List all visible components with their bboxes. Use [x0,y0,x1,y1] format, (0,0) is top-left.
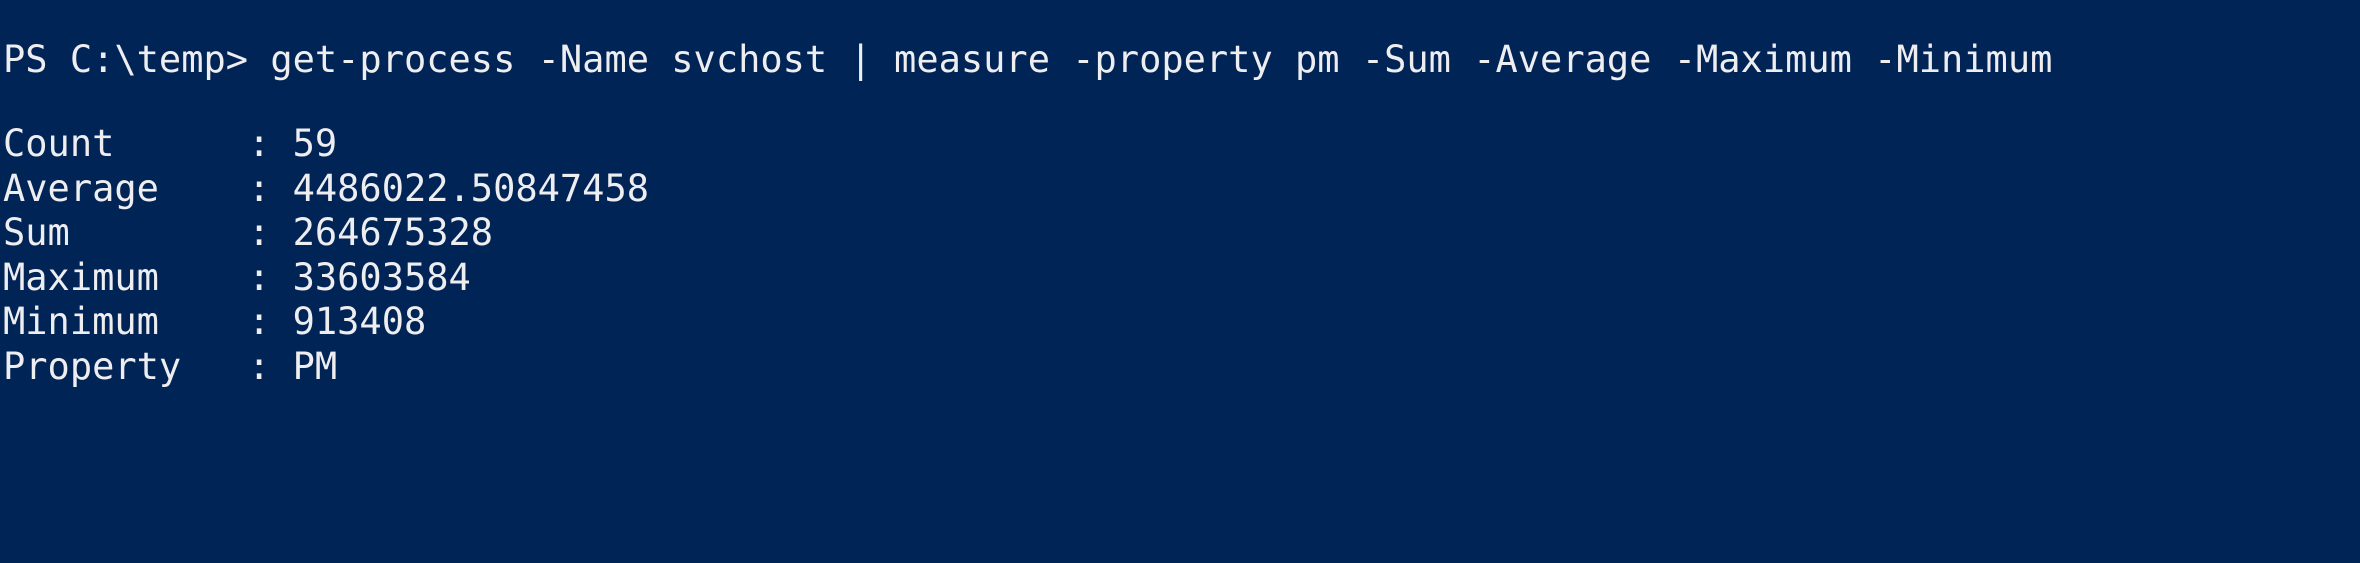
output-key: Property [3,344,182,388]
output-value: 59 [292,122,338,165]
output-key: Sum [3,211,70,254]
output-key: Average [3,166,159,210]
powershell-console[interactable]: PS C:\temp> get-process -Name svchost | … [0,0,2360,563]
command-line: PS C:\temp> get-process -Name svchost | … [3,38,2360,82]
output-row-property: Property: PM [3,344,338,388]
output-key: Minimum [3,300,159,343]
output-value: 33603584 [292,255,471,299]
output-key: Maximum [3,255,159,299]
output-row-maximum: Maximum: 33603584 [3,255,471,299]
output-row-average: Average: 4486022.50847458 [3,166,650,210]
output-row-count: Count: 59 [3,122,338,165]
measure-output: Count: 59 Average: 4486022.50847458 Sum:… [3,122,2360,389]
output-value: PM [292,344,338,388]
command-text: get-process -Name svchost | measure -pro… [270,38,2053,81]
output-value: 913408 [292,300,427,343]
output-row-minimum: Minimum: 913408 [3,300,427,343]
output-value: 264675328 [292,211,494,254]
output-value: 4486022.50847458 [292,166,650,210]
prompt: PS C:\temp> [3,38,271,81]
output-row-sum: Sum: 264675328 [3,211,494,254]
output-key: Count [3,122,115,165]
